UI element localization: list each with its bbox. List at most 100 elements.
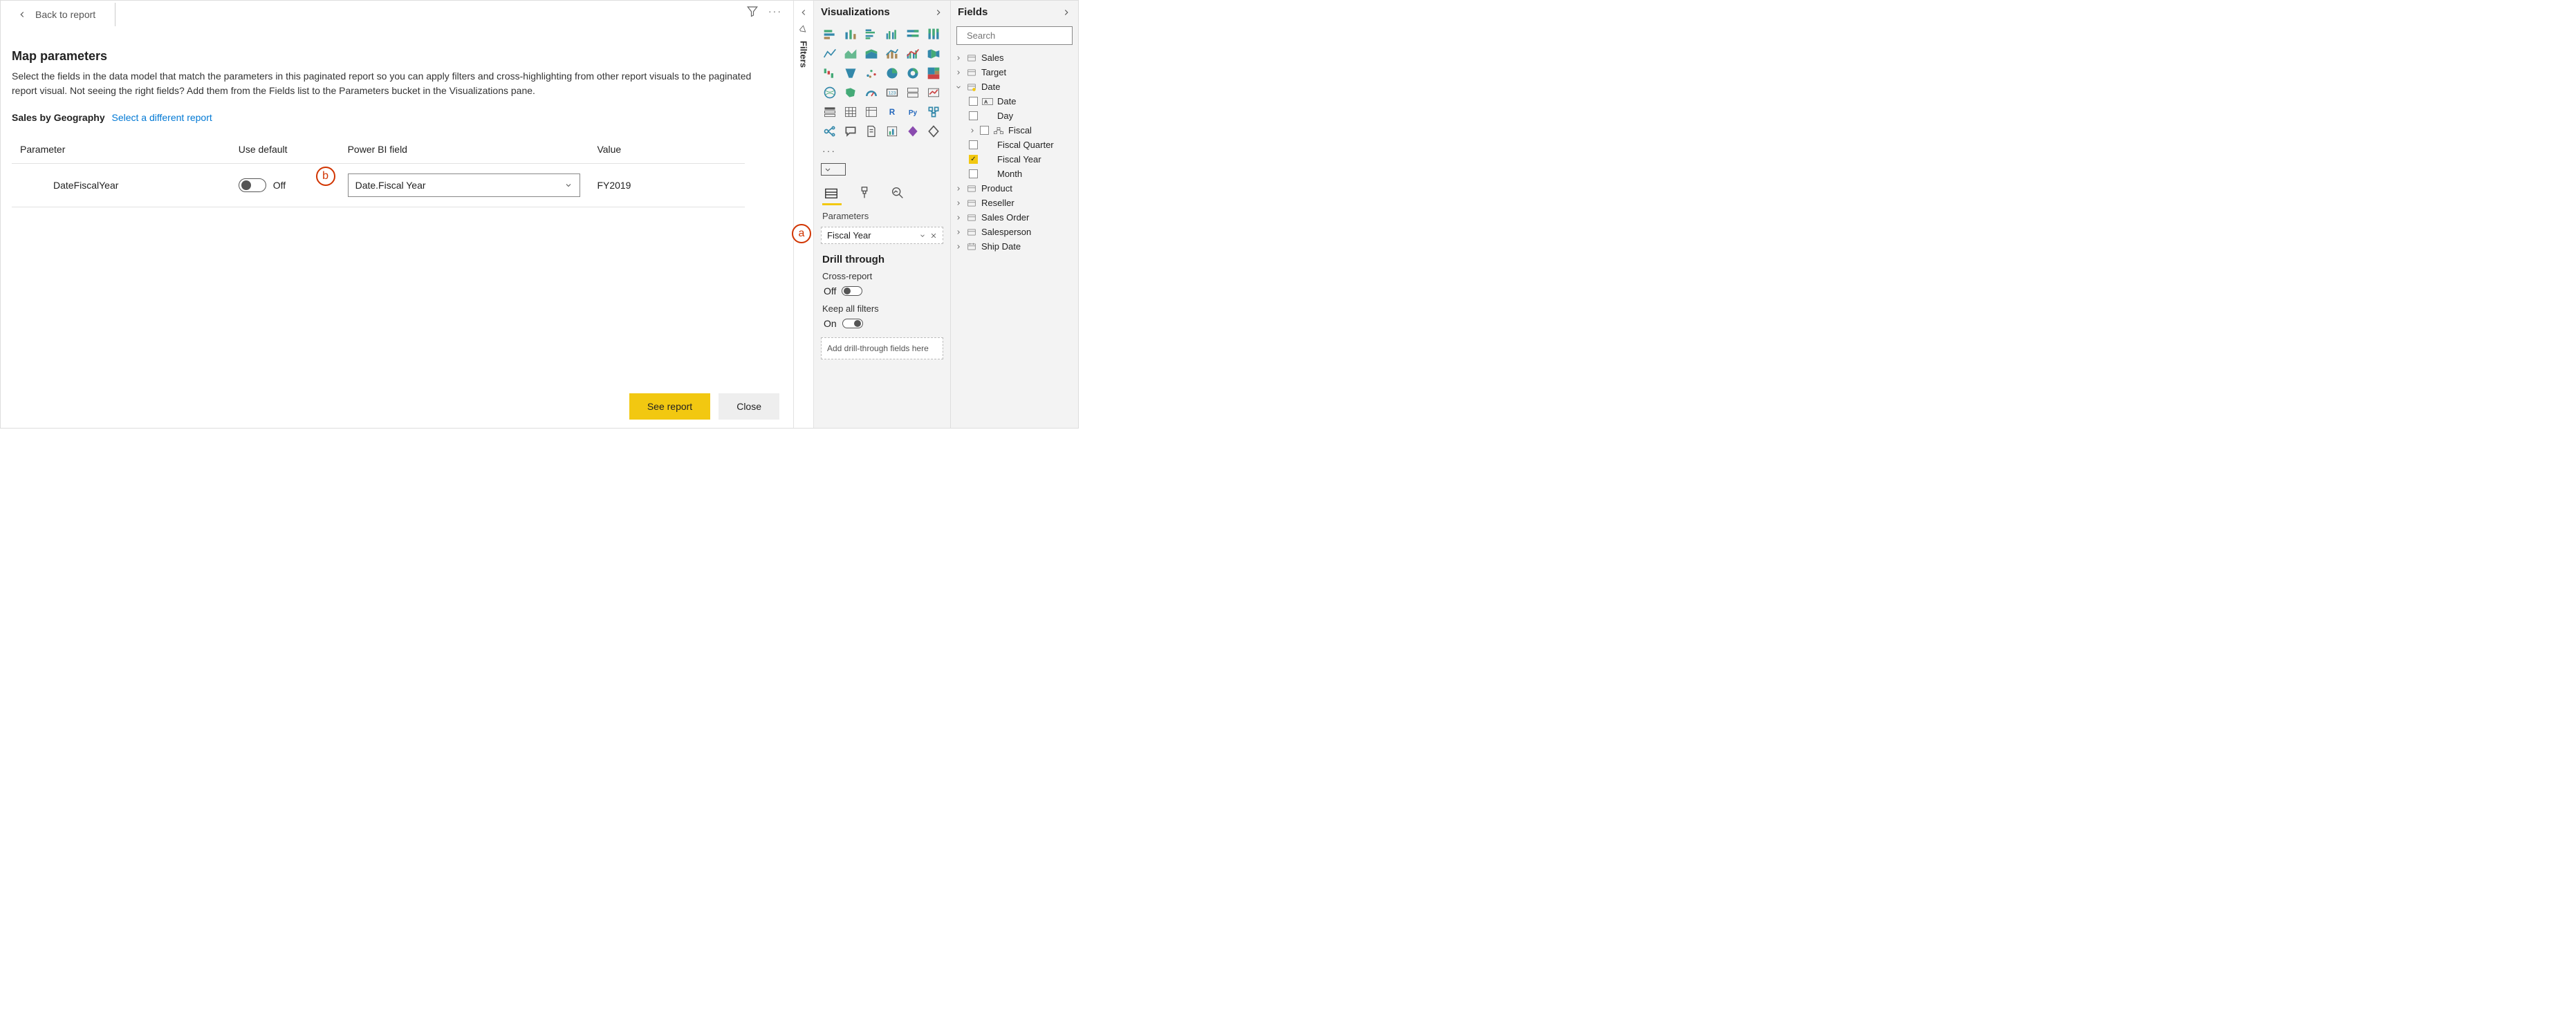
table-icon [966,227,977,237]
ribbon-chart-icon[interactable] [925,46,943,62]
multi-card-icon[interactable] [904,84,922,101]
table-sales[interactable]: Sales [954,50,1075,65]
cross-report-label: Cross-report [814,267,950,283]
chevron-right-icon [955,243,962,250]
format-tab-icon[interactable] [857,185,872,200]
chevron-down-icon [955,84,962,91]
stacked-bar-icon[interactable] [821,26,839,43]
parameters-field-well[interactable]: Fiscal Year [821,227,943,244]
table-reseller[interactable]: Reseller [954,196,1075,210]
checkbox[interactable] [969,169,978,178]
visualizations-pane: Visualizations [814,1,951,428]
checkbox[interactable] [980,126,989,135]
slicer-icon[interactable] [821,104,839,120]
fields-tab-icon[interactable] [824,185,839,200]
hundred-stacked-column-icon[interactable] [925,26,943,43]
parameters-table: Parameter Use default Power BI field Val… [12,135,745,207]
main-area: Back to report ··· Map parameters Select… [1,1,793,428]
scatter-icon[interactable] [862,65,880,82]
r-visual-icon[interactable]: R [883,104,901,120]
stacked-area-icon[interactable] [862,46,880,62]
fields-search[interactable] [956,26,1073,45]
gauge-icon[interactable] [862,84,880,101]
checkbox[interactable] [969,111,978,120]
viz-more[interactable]: ··· [814,142,950,159]
chevron-down-icon [564,181,573,189]
filter-icon[interactable] [746,5,759,17]
checkbox-checked[interactable] [969,155,978,164]
report-name: Sales by Geography [12,112,105,123]
close-button[interactable]: Close [719,393,779,420]
chevron-right-icon [955,214,962,221]
python-visual-icon[interactable]: Py [904,104,922,120]
cross-report-state: Off [824,285,836,297]
line-clustered-icon[interactable] [904,46,922,62]
drill-through-title: Drill through [814,247,950,267]
matrix-icon[interactable] [862,104,880,120]
field-day[interactable]: Day [954,109,1075,123]
powerbi-field-dropdown[interactable]: Date.Fiscal Year [348,173,581,197]
remove-icon[interactable] [930,232,937,239]
drill-fields-well[interactable]: Add drill-through fields here [821,337,943,359]
arcgis-icon[interactable] [883,123,901,140]
back-to-report-link[interactable]: Back to report [12,6,101,23]
stacked-column-icon[interactable] [842,26,860,43]
card-icon[interactable]: 123 [883,84,901,101]
field-fiscal-year[interactable]: Fiscal Year [954,152,1075,167]
area-chart-icon[interactable] [842,46,860,62]
table-sales-order[interactable]: Sales Order [954,210,1075,225]
checkbox[interactable] [969,140,978,149]
power-apps-icon[interactable] [904,123,922,140]
filters-rail[interactable]: Filters [793,1,814,428]
field-fiscal-quarter[interactable]: Fiscal Quarter [954,138,1075,152]
checkbox[interactable] [969,97,978,106]
filled-map-icon[interactable] [842,84,860,101]
funnel-icon[interactable] [842,65,860,82]
cross-report-toggle[interactable]: Off [814,283,950,299]
chevron-right-icon[interactable] [1062,8,1071,17]
paginated-report-icon[interactable] [862,123,880,140]
table-salesperson[interactable]: Salesperson [954,225,1075,239]
table-icon[interactable] [842,104,860,120]
table-row: DateFiscalYear Off b Date.Fiscal Year FY… [12,164,745,207]
clustered-column-icon[interactable] [883,26,901,43]
line-chart-icon[interactable] [821,46,839,62]
decomposition-icon[interactable] [821,123,839,140]
map-icon[interactable] [821,84,839,101]
search-input[interactable] [965,30,1090,41]
pie-chart-icon[interactable] [883,65,901,82]
chevron-left-icon[interactable] [799,8,808,17]
chevron-right-icon[interactable] [934,8,943,17]
qa-visual-icon[interactable] [842,123,860,140]
table-target[interactable]: Target [954,65,1075,79]
kpi-icon[interactable] [925,84,943,101]
chevron-right-icon [955,229,962,236]
field-date[interactable]: A Date [954,94,1075,109]
svg-text:A: A [984,100,988,104]
table-icon [966,68,977,77]
text-field-icon: A [982,97,993,106]
keep-filters-toggle[interactable]: On [814,315,950,332]
toggle-label: Off [273,180,286,191]
col-value: Value [589,135,745,164]
select-different-report-link[interactable]: Select a different report [112,112,212,123]
line-column-icon[interactable] [883,46,901,62]
field-fiscal[interactable]: Fiscal [954,123,1075,138]
analytics-tab-icon[interactable] [890,185,905,200]
see-report-button[interactable]: See report [629,393,710,420]
more-icon[interactable]: ··· [768,6,782,17]
table-date[interactable]: Date [954,79,1075,94]
chevron-left-icon [17,10,27,19]
table-ship-date[interactable]: Ship Date [954,239,1075,254]
field-month[interactable]: Month [954,167,1075,181]
hundred-stacked-bar-icon[interactable] [904,26,922,43]
chevron-down-icon[interactable] [919,232,926,239]
col-use-default: Use default [230,135,340,164]
donut-chart-icon[interactable] [904,65,922,82]
table-product[interactable]: Product [954,181,1075,196]
clustered-bar-icon[interactable] [862,26,880,43]
key-influencers-icon[interactable] [925,104,943,120]
waterfall-icon[interactable] [821,65,839,82]
treemap-icon[interactable] [925,65,943,82]
get-more-visuals-icon[interactable] [925,123,943,140]
